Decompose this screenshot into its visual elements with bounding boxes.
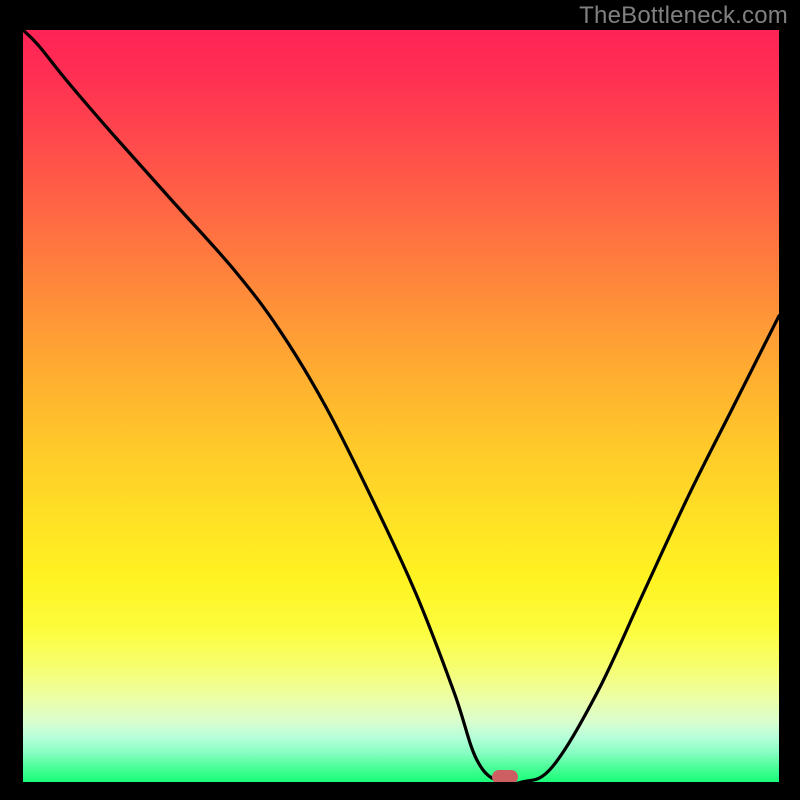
watermark-text: TheBottleneck.com [579, 2, 788, 30]
chart-frame: TheBottleneck.com [0, 0, 800, 800]
y-axis [20, 28, 23, 785]
x-axis [20, 782, 782, 785]
gradient-background [23, 30, 779, 782]
